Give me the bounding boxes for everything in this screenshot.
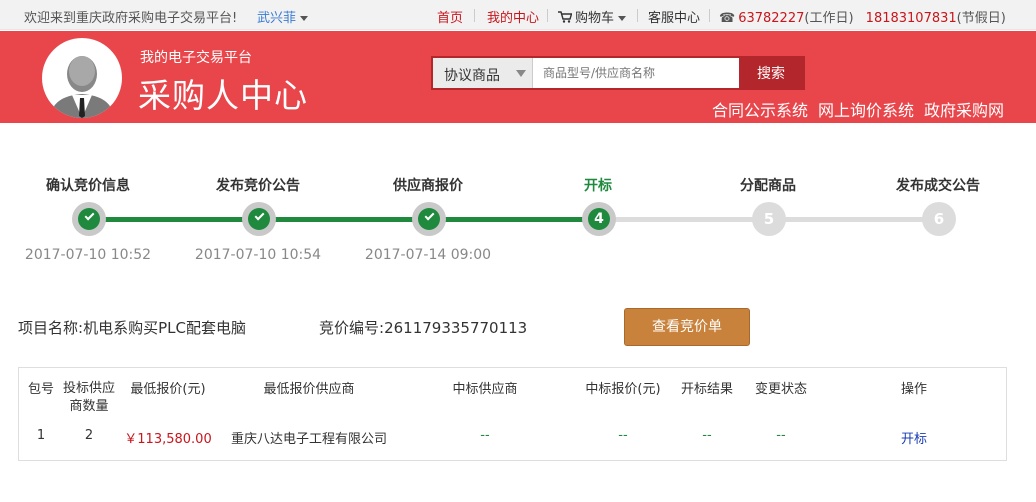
welcome-text: 欢迎来到重庆政府采购电子交易平台! <box>24 11 238 26</box>
divider <box>547 9 548 22</box>
project-name: 项目名称:机电系购买PLC配套电脑 <box>18 317 246 338</box>
step-label: 分配商品 <box>740 178 796 194</box>
step-time: 2017-07-14 09:00 <box>364 247 492 263</box>
phone-workday-note: (工作日) <box>804 11 854 26</box>
step-label: 供应商报价 <box>393 178 463 194</box>
column-header: 最低报价(元) <box>130 382 206 397</box>
progress-steps: 确认竞价信息 2017-07-10 10:52 发布竞价公告 2017-07-1… <box>0 170 1036 270</box>
search-bar: 协议商品 搜索 <box>431 56 805 90</box>
progress-track-done <box>88 217 598 222</box>
cell-change-status: -- <box>776 428 786 443</box>
top-bar: 欢迎来到重庆政府采购电子交易平台! 武兴菲 首页 我的中心 购物车 客服中心 ☎… <box>0 0 1036 30</box>
bid-code: 竞价编号:261179335770113 <box>319 317 527 338</box>
view-bid-sheet-button[interactable]: 查看竞价单 <box>624 308 750 346</box>
bid-code-value: 261179335770113 <box>384 319 528 337</box>
cell-result: -- <box>702 428 712 443</box>
column-header: 开标结果 <box>680 382 733 397</box>
phone-holiday: 18183107831 <box>865 11 957 26</box>
step-dot <box>72 202 106 236</box>
step-label: 开标 <box>584 178 612 194</box>
cell-bidder-count: 2 <box>84 428 94 443</box>
contract-publicity-link[interactable]: 合同公示系统 <box>712 101 808 120</box>
header-links: 合同公示系统 网上询价系统 政府采购网 <box>702 97 1004 121</box>
cell-lowest-supplier: 重庆八达电子工程有限公司 <box>230 432 387 447</box>
phone-icon: ☎ <box>719 11 736 26</box>
phone-workday: 63782227 <box>738 11 805 26</box>
nav-cart-label: 购物车 <box>575 11 615 26</box>
nav-home-link[interactable]: 首页 <box>437 7 463 26</box>
platform-subtitle: 我的电子交易平台 <box>140 50 252 66</box>
step-dot: 6 <box>922 202 956 236</box>
step-number: 4 <box>588 208 610 230</box>
search-category-value: 协议商品 <box>444 68 500 84</box>
column-header: 中标供应商 <box>452 382 518 397</box>
step-label: 发布成交公告 <box>896 178 980 194</box>
phone-holiday-note: (节假日) <box>956 11 1006 26</box>
step-dot <box>412 202 446 236</box>
step-label: 确认竞价信息 <box>46 178 130 194</box>
project-name-value: 机电系购买PLC配套电脑 <box>83 319 246 337</box>
search-input[interactable] <box>533 58 741 88</box>
page-title: 采购人中心 <box>138 76 308 115</box>
step-number: 6 <box>928 208 950 230</box>
step-dot: 4 <box>582 202 616 236</box>
chevron-down-icon <box>618 16 627 21</box>
step-publish-notice: 发布竞价公告 2017-07-10 10:54 <box>173 170 343 263</box>
user-avatar-icon <box>50 56 114 118</box>
nav-service-link[interactable]: 客服中心 <box>648 7 700 26</box>
column-header: 中标报价(元) <box>585 382 661 397</box>
step-label: 发布竞价公告 <box>216 178 300 194</box>
user-name: 武兴菲 <box>257 11 297 26</box>
step-open-bid: 开标 4 <box>513 170 683 236</box>
column-header-line1: 投标供应 <box>62 381 115 396</box>
nav-cart-menu[interactable]: 购物车 <box>558 7 627 26</box>
column-header: 操作 <box>900 382 927 397</box>
column-header: 投标供应 商数量 <box>59 380 119 416</box>
step-supplier-quote: 供应商报价 2017-07-14 09:00 <box>343 170 513 263</box>
hotline: ☎ 63782227(工作日) 18183107831(节假日) <box>719 7 1006 26</box>
open-bid-link[interactable]: 开标 <box>819 428 1009 447</box>
project-name-label: 项目名称: <box>18 319 84 337</box>
cell-winning-price: -- <box>618 428 628 443</box>
online-inquiry-link[interactable]: 网上询价系统 <box>818 101 914 120</box>
divider <box>637 9 638 22</box>
user-menu[interactable]: 武兴菲 <box>257 7 309 26</box>
step-dot <box>242 202 276 236</box>
cart-icon <box>558 11 573 23</box>
nav-my-center-link[interactable]: 我的中心 <box>487 7 539 26</box>
column-header-line2: 商数量 <box>69 399 109 414</box>
check-icon <box>254 210 265 221</box>
cell-lowest-price: ￥113,580.00 <box>124 432 212 447</box>
step-time: 2017-07-10 10:54 <box>194 247 322 263</box>
column-header: 最低报价供应商 <box>263 382 355 397</box>
search-button[interactable]: 搜索 <box>739 58 803 88</box>
gov-procurement-link[interactable]: 政府采购网 <box>924 101 1004 120</box>
column-header: 包号 <box>27 382 54 397</box>
divider <box>474 9 475 22</box>
step-time: 2017-07-10 10:52 <box>24 247 152 263</box>
step-number: 5 <box>758 208 780 230</box>
chevron-down-icon <box>300 16 309 21</box>
cell-winner: -- <box>480 428 490 443</box>
search-category-select[interactable]: 协议商品 <box>433 58 533 88</box>
cell-package: 1 <box>36 428 46 443</box>
bid-table: 包号 投标供应 商数量 最低报价(元) 最低报价供应商 中标供应商 中标报价(元… <box>18 367 1007 461</box>
chevron-down-icon <box>516 70 526 77</box>
check-icon <box>424 210 435 221</box>
bid-code-label: 竞价编号: <box>319 319 385 337</box>
column-header: 变更状态 <box>754 382 807 397</box>
step-publish-result: 发布成交公告 6 <box>853 170 1023 236</box>
header-banner: 我的电子交易平台 采购人中心 协议商品 搜索 合同公示系统网上询价系统政府采购网 <box>0 31 1036 123</box>
divider <box>709 9 710 22</box>
step-allocate-goods: 分配商品 5 <box>683 170 853 236</box>
step-confirm-info: 确认竞价信息 2017-07-10 10:52 <box>3 170 173 263</box>
check-icon <box>84 210 95 221</box>
step-dot: 5 <box>752 202 786 236</box>
avatar <box>42 38 122 118</box>
